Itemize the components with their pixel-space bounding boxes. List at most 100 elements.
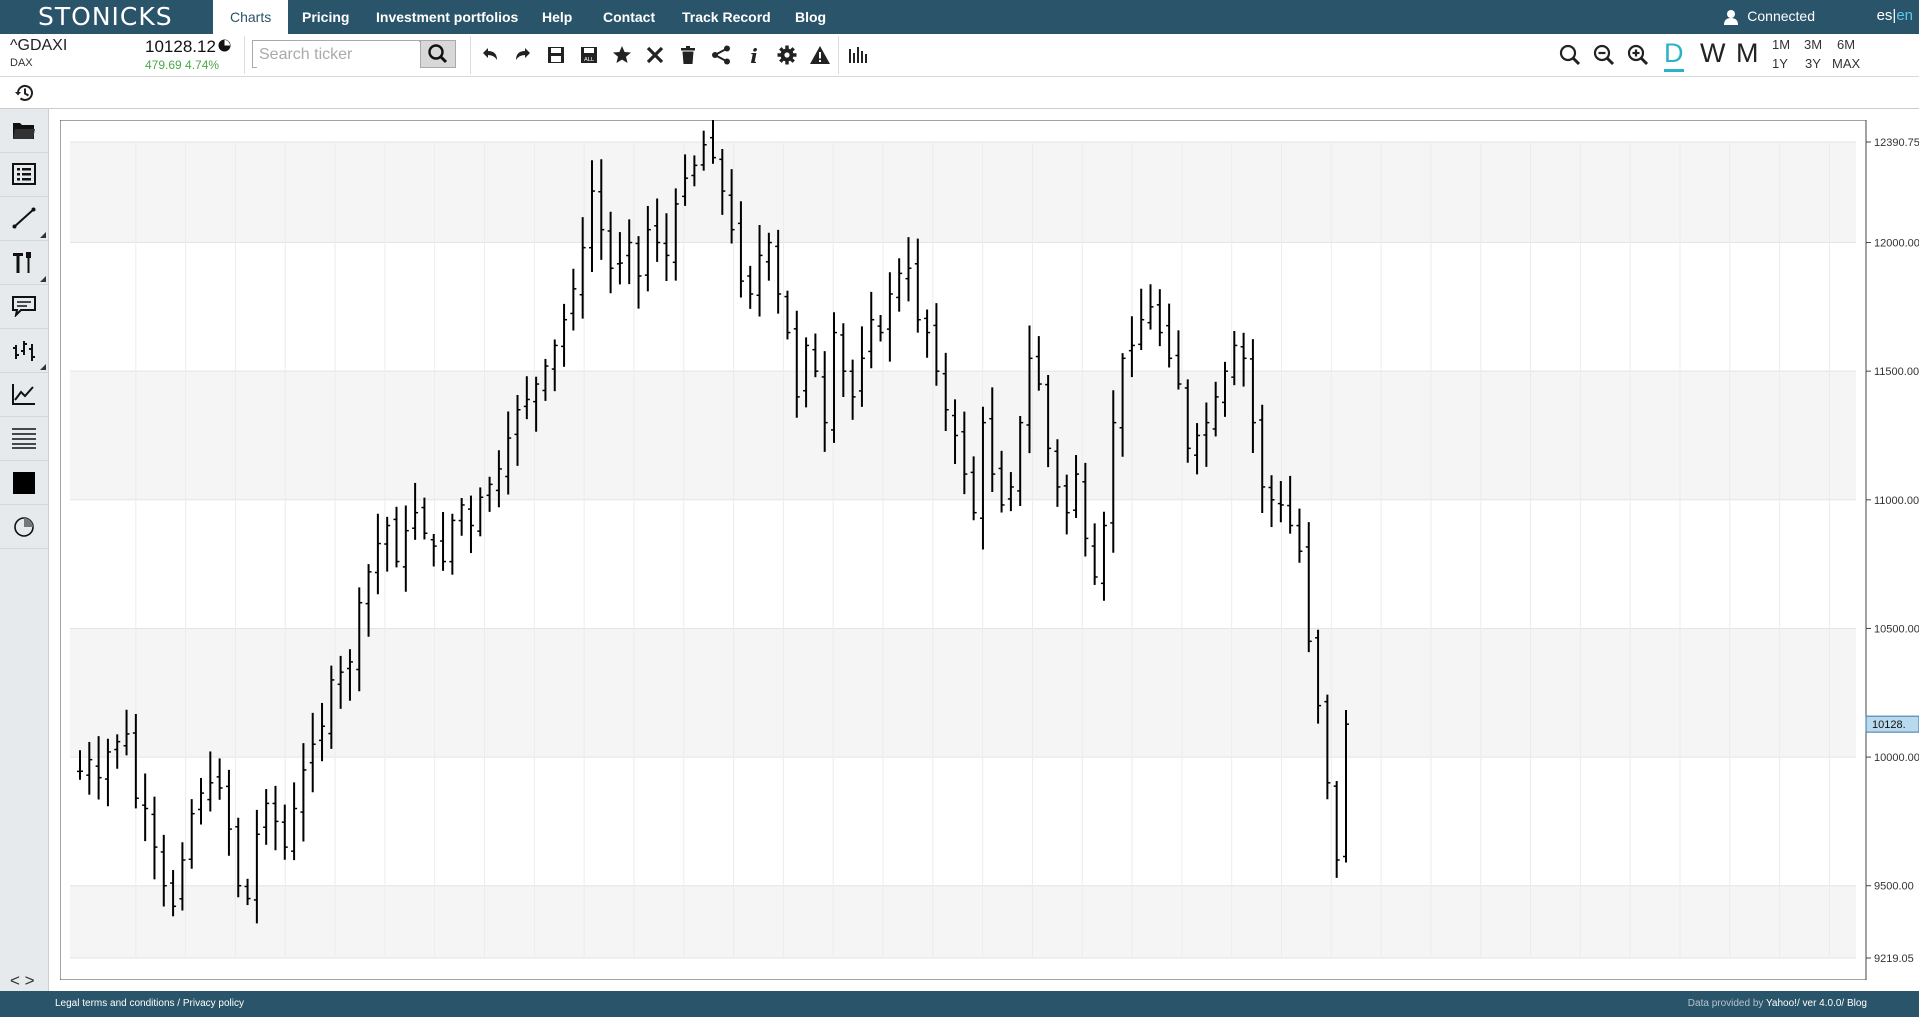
timeframe-daily[interactable]: D	[1664, 38, 1684, 72]
info-icon[interactable]: i	[742, 43, 766, 67]
nav-contact[interactable]: Contact	[603, 0, 655, 34]
drawing-tools-sidebar: < >	[0, 109, 49, 991]
star-icon[interactable]	[610, 43, 634, 67]
y-tick-label: 10500.00	[1874, 623, 1919, 635]
undo-icon[interactable]	[478, 43, 502, 67]
search-box	[252, 40, 421, 68]
zoom-out-icon[interactable]	[1592, 43, 1616, 67]
y-axis: 12390.75 12000.00 11500.00 11000.00 10500.00…	[1866, 137, 1919, 965]
volume-bars-icon[interactable]	[845, 43, 869, 67]
y-tick-label: 11000.00	[1874, 495, 1919, 507]
search-icon	[428, 44, 448, 64]
clock-icon[interactable]	[218, 39, 231, 52]
search-button[interactable]	[420, 40, 456, 68]
save-all-icon[interactable]: ALL	[577, 43, 601, 67]
timeframe-monthly[interactable]: M	[1736, 38, 1759, 69]
ticker-price: 10128.12	[145, 37, 216, 56]
secondary-toolbar	[0, 77, 1919, 109]
tools-icon	[13, 252, 31, 273]
toolbar-divider	[838, 36, 839, 74]
nav-investment-portfolios[interactable]: Investment portfolios	[376, 0, 518, 34]
submenu-indicator	[40, 276, 46, 282]
lang-es[interactable]: es	[1877, 7, 1893, 24]
toolbar-divider	[470, 36, 471, 74]
open-folder-button[interactable]	[0, 109, 48, 153]
indicators-button[interactable]	[0, 373, 48, 417]
top-nav: STONICKS Charts Pricing Investment portf…	[0, 0, 1919, 34]
timeframe-weekly[interactable]: W	[1700, 38, 1725, 69]
ticker-change: 479.69 4.74%	[145, 58, 220, 72]
nav-charts[interactable]: Charts	[213, 0, 289, 34]
theme-button[interactable]	[0, 505, 48, 549]
gear-icon[interactable]	[775, 43, 799, 67]
y-tick-label: 9219.05	[1874, 953, 1914, 965]
toolbar-divider	[244, 36, 245, 74]
data-credit-prefix: Data provided by	[1687, 998, 1766, 1009]
y-tick-label: 12390.75	[1874, 137, 1919, 149]
chart-toolbar: ^GDAXI DAX 10128.12 479.69 4.74% ALL i D…	[0, 34, 1919, 77]
svg-text:ALL: ALL	[584, 57, 595, 63]
ticker-name: DAX	[10, 57, 33, 69]
nav-help[interactable]: Help	[542, 0, 572, 34]
zoom-in-icon[interactable]	[1626, 43, 1650, 67]
chart-band	[70, 371, 1856, 500]
folder-icon	[13, 123, 35, 139]
color-button[interactable]	[0, 461, 48, 505]
range-6m[interactable]: 6M	[1837, 37, 1855, 52]
range-3y[interactable]: 3Y	[1805, 56, 1821, 71]
ohlc-bars-icon	[13, 341, 35, 361]
price-chart[interactable]: 12390.75 12000.00 11500.00 11000.00 10500.00…	[60, 120, 1919, 980]
svg-text:i: i	[750, 44, 758, 67]
range-1m[interactable]: 1M	[1772, 37, 1790, 52]
warning-icon[interactable]	[808, 43, 832, 67]
nav-track-record[interactable]: Track Record	[682, 0, 771, 34]
range-3m[interactable]: 3M	[1804, 37, 1822, 52]
submenu-indicator	[40, 232, 46, 238]
comment-tool-button[interactable]	[0, 285, 48, 329]
connection-status-label: Connected	[1747, 8, 1815, 24]
user-icon	[1724, 10, 1739, 26]
y-tick-label: 12000.00	[1874, 238, 1919, 250]
history-icon[interactable]	[14, 82, 36, 104]
search-input[interactable]	[257, 42, 421, 68]
line-tool-icon	[12, 207, 36, 229]
y-tick-label: 10000.00	[1874, 752, 1919, 764]
lang-en[interactable]: en	[1896, 7, 1913, 24]
data-credit-link[interactable]: Yahoo!/ ver 4.0.0/ Blog	[1766, 998, 1867, 1009]
save-icon[interactable]	[544, 43, 568, 67]
language-switch: es|en	[1877, 0, 1913, 34]
trendline-tool-button[interactable]	[0, 197, 48, 241]
redo-icon[interactable]	[511, 43, 535, 67]
current-price-label: 10128.	[1872, 719, 1906, 731]
horizontal-lines-icon	[12, 428, 36, 449]
logo[interactable]: STONICKS	[38, 2, 173, 31]
zoom-icon[interactable]	[1558, 43, 1582, 67]
chart-border	[60, 120, 1867, 980]
ticker-symbol: ^GDAXI	[10, 37, 68, 54]
range-max[interactable]: MAX	[1832, 56, 1860, 71]
chart-band	[70, 885, 1856, 958]
sidebar-collapse-toggle[interactable]: < >	[10, 971, 35, 991]
watchlist-button[interactable]	[0, 153, 48, 197]
close-icon[interactable]	[643, 43, 667, 67]
gridlines-button[interactable]	[0, 417, 48, 461]
list-icon	[12, 163, 36, 185]
nav-pricing[interactable]: Pricing	[302, 0, 349, 34]
trash-icon[interactable]	[676, 43, 700, 67]
current-price-marker: 10128.	[1865, 715, 1919, 733]
footer: Legal terms and conditions / Privacy pol…	[0, 991, 1919, 1017]
tools-button[interactable]	[0, 241, 48, 285]
y-tick-label: 11500.00	[1874, 366, 1919, 378]
comment-icon	[12, 296, 36, 317]
pie-icon	[14, 517, 34, 537]
line-chart-icon	[12, 384, 35, 405]
share-icon[interactable]	[709, 43, 733, 67]
bar-style-button[interactable]	[0, 329, 48, 373]
connection-status[interactable]: Connected	[1723, 0, 1815, 34]
data-credit: Data provided by Yahoo!/ ver 4.0.0/ Blog	[1688, 998, 1867, 1009]
legal-links[interactable]: Legal terms and conditions / Privacy pol…	[55, 998, 244, 1009]
color-swatch-icon	[13, 472, 35, 494]
range-1y[interactable]: 1Y	[1772, 56, 1788, 71]
submenu-indicator	[40, 364, 46, 370]
nav-blog[interactable]: Blog	[795, 0, 826, 34]
